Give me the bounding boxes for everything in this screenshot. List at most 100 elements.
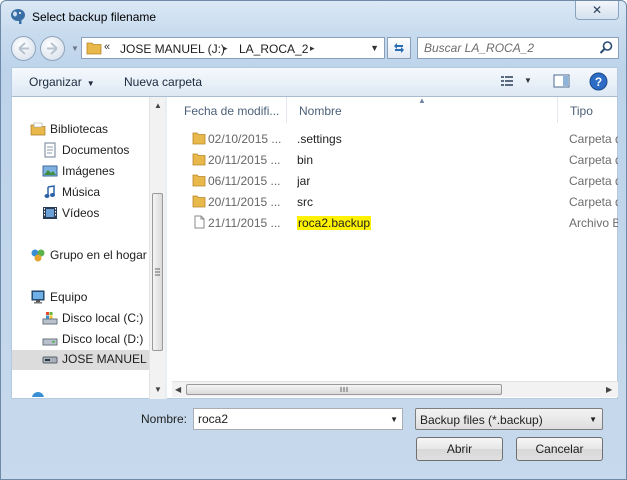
tree-item-music[interactable]: Música bbox=[42, 183, 148, 203]
tree-item-label: Música bbox=[62, 185, 101, 199]
file-row[interactable]: 20/11/2015 ... bin Carpeta de bbox=[172, 150, 618, 170]
removable-drive-icon bbox=[42, 354, 58, 369]
new-folder-button[interactable]: Nueva carpeta bbox=[124, 75, 202, 89]
file-name: jar bbox=[297, 174, 311, 188]
file-list: Fecha de modifi... Nombre ▲ Tipo 02/10/2… bbox=[172, 97, 618, 383]
tree-item-label: Imágenes bbox=[62, 164, 115, 178]
navigation-buttons bbox=[11, 36, 71, 61]
search-input[interactable] bbox=[424, 41, 594, 55]
scroll-left-icon[interactable]: ◀ bbox=[175, 385, 181, 394]
breadcrumb-separator[interactable]: ▸ bbox=[310, 43, 315, 54]
refresh-icon bbox=[394, 43, 404, 53]
breadcrumb-drive[interactable]: JOSE MANUEL (J:) bbox=[120, 42, 225, 56]
window-title: Select backup filename bbox=[32, 10, 157, 24]
file-name-label: Nombre: bbox=[141, 412, 188, 426]
recent-locations-dropdown[interactable]: ▼ bbox=[71, 44, 79, 53]
search-box[interactable] bbox=[417, 37, 619, 59]
scrollbar-thumb[interactable] bbox=[186, 384, 502, 395]
file-name-input[interactable] bbox=[198, 412, 378, 426]
address-dropdown-icon[interactable]: ▼ bbox=[370, 43, 379, 53]
file-name: .settings bbox=[297, 132, 342, 146]
file-list-horizontal-scrollbar[interactable]: ◀ ▶ bbox=[172, 381, 618, 397]
tree-item-pictures[interactable]: Imágenes bbox=[42, 162, 148, 182]
preview-pane-icon[interactable] bbox=[553, 73, 570, 92]
view-dropdown-icon[interactable]: ▼ bbox=[524, 76, 532, 85]
pane-splitter[interactable] bbox=[165, 97, 167, 399]
file-name: roca2.backup bbox=[297, 216, 372, 230]
tree-item-jose-manuel-drive[interactable]: JOSE MANUEL ( bbox=[12, 350, 154, 370]
tree-item-network-partial[interactable] bbox=[30, 389, 148, 397]
tree-item-videos[interactable]: Vídeos bbox=[42, 204, 148, 224]
organize-menu[interactable]: Organizar ▼ bbox=[29, 75, 95, 89]
column-header-type[interactable]: Tipo bbox=[558, 97, 618, 123]
chevron-down-icon: ▼ bbox=[86, 79, 95, 88]
file-name: src bbox=[297, 195, 313, 209]
tree-item-label: Bibliotecas bbox=[50, 122, 109, 136]
open-button[interactable]: Abrir bbox=[416, 437, 503, 461]
breadcrumb-folder[interactable]: LA_ROCA_2 bbox=[239, 42, 308, 56]
file-type: Carpeta de bbox=[569, 132, 618, 146]
chevron-down-icon[interactable]: ▼ bbox=[390, 415, 398, 424]
videos-icon bbox=[42, 205, 58, 224]
tree-item-computer[interactable]: Equipo bbox=[30, 288, 148, 308]
back-arrow-icon bbox=[18, 42, 29, 55]
breadcrumb-overflow[interactable]: « bbox=[104, 41, 110, 53]
file-type: Carpeta de bbox=[569, 174, 618, 188]
cancel-button[interactable]: Cancelar bbox=[516, 437, 603, 461]
navigation-tree-scrollbar[interactable]: ▲ ▼ bbox=[149, 97, 165, 399]
scrollbar-thumb[interactable] bbox=[152, 193, 163, 351]
column-header-date[interactable]: Fecha de modifi... bbox=[172, 97, 287, 123]
tree-item-disk-d[interactable]: Disco local (D:) bbox=[42, 330, 148, 350]
scroll-down-icon[interactable]: ▼ bbox=[154, 385, 162, 394]
file-row[interactable]: 02/10/2015 ... .settings Carpeta de bbox=[172, 129, 618, 149]
file-date: 20/11/2015 ... bbox=[208, 153, 281, 167]
forward-button[interactable] bbox=[40, 36, 65, 61]
forward-arrow-icon bbox=[47, 42, 58, 55]
content-pane: Bibliotecas Documentos Imágenes Música V… bbox=[11, 97, 618, 399]
refresh-button[interactable] bbox=[387, 37, 411, 59]
local-disk-icon bbox=[42, 331, 58, 350]
command-toolbar: Organizar ▼ Nueva carpeta ▼ ? bbox=[11, 67, 618, 97]
file-row[interactable]: 20/11/2015 ... src Carpeta de bbox=[172, 192, 618, 212]
local-disk-icon bbox=[42, 310, 58, 329]
folder-icon bbox=[192, 131, 206, 148]
file-row[interactable]: 21/11/2015 ... roca2.backup Archivo BA bbox=[172, 213, 618, 233]
tree-item-homegroup[interactable]: Grupo en el hogar bbox=[30, 246, 148, 266]
title-bar: Select backup filename ✕ bbox=[1, 1, 626, 31]
chevron-down-icon: ▼ bbox=[589, 415, 597, 424]
close-button[interactable]: ✕ bbox=[575, 1, 619, 20]
file-name-combobox[interactable]: ▼ bbox=[193, 408, 403, 430]
tree-item-libraries[interactable]: Bibliotecas bbox=[30, 120, 148, 140]
tree-item-label: Disco local (C:) bbox=[62, 311, 144, 325]
tree-item-documents[interactable]: Documentos bbox=[42, 141, 148, 161]
help-icon[interactable]: ? bbox=[589, 72, 608, 94]
view-options-icon[interactable] bbox=[500, 73, 516, 92]
scroll-right-icon[interactable]: ▶ bbox=[606, 385, 612, 394]
close-icon: ✕ bbox=[591, 3, 603, 17]
breadcrumb-separator[interactable]: ▸ bbox=[223, 43, 228, 54]
file-type: Archivo BA bbox=[569, 216, 618, 230]
organize-label: Organizar bbox=[29, 75, 82, 89]
file-type: Carpeta de bbox=[569, 195, 618, 209]
homegroup-icon bbox=[30, 247, 46, 266]
address-bar[interactable]: « JOSE MANUEL (J:) ▸ LA_ROCA_2 ▸ ▼ bbox=[81, 37, 385, 59]
file-row[interactable]: 06/11/2015 ... jar Carpeta de bbox=[172, 171, 618, 191]
file-type: Carpeta de bbox=[569, 153, 618, 167]
scroll-up-icon[interactable]: ▲ bbox=[154, 101, 162, 110]
tree-item-disk-c[interactable]: Disco local (C:) bbox=[42, 309, 148, 329]
search-icon[interactable] bbox=[598, 40, 614, 59]
folder-icon bbox=[192, 194, 206, 211]
documents-icon bbox=[42, 142, 58, 161]
folder-icon bbox=[86, 41, 102, 58]
pictures-icon bbox=[42, 163, 58, 182]
back-button[interactable] bbox=[11, 36, 36, 61]
grip-icon bbox=[340, 387, 348, 392]
file-type-filter-select[interactable]: Backup files (*.backup) ▼ bbox=[415, 408, 603, 430]
sort-ascending-icon: ▲ bbox=[418, 97, 426, 105]
svg-text:?: ? bbox=[595, 75, 602, 89]
computer-icon bbox=[30, 289, 46, 308]
file-date: 06/11/2015 ... bbox=[208, 174, 281, 188]
file-date: 21/11/2015 ... bbox=[208, 216, 281, 230]
folder-icon bbox=[192, 173, 206, 190]
folder-icon bbox=[192, 152, 206, 169]
